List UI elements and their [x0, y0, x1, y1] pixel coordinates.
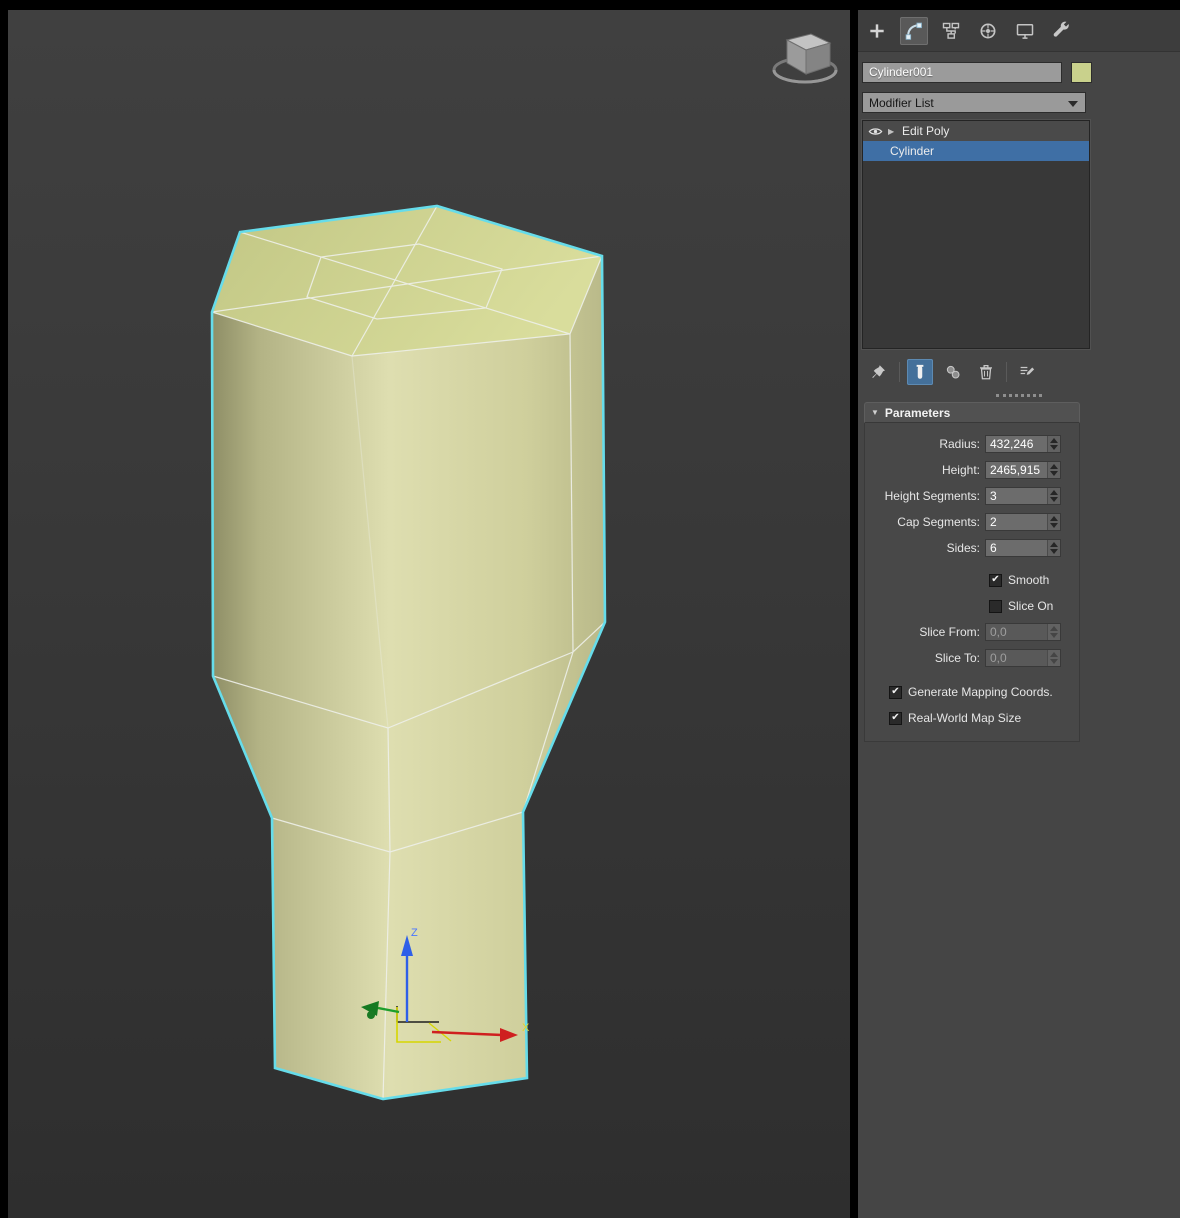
param-row-slice-to: Slice To: 0,0	[865, 645, 1079, 671]
param-label: Height Segments:	[884, 489, 980, 503]
smooth-checkbox-row: ✔ Smooth	[865, 567, 1079, 593]
spinner-icon[interactable]	[1047, 462, 1060, 478]
field-value: 432,246	[990, 437, 1034, 451]
checkbox-label: Smooth	[1008, 573, 1050, 587]
wrench-icon	[1053, 21, 1069, 37]
divider	[1006, 362, 1007, 382]
field-value: 2465,915	[990, 463, 1041, 477]
field-value: 6	[990, 541, 997, 555]
tab-display[interactable]	[1011, 17, 1039, 45]
param-label: Slice To:	[934, 651, 980, 665]
modify-icon	[905, 22, 922, 40]
spinner-icon[interactable]	[1047, 624, 1060, 640]
object-color-swatch[interactable]	[1071, 62, 1092, 83]
slice-on-checkbox[interactable]	[989, 599, 1002, 613]
tab-modify[interactable]	[900, 16, 928, 45]
tab-utilities[interactable]	[1048, 17, 1076, 45]
spinner-icon[interactable]	[1047, 650, 1060, 666]
spinner-icon[interactable]	[1047, 514, 1060, 530]
smooth-checkbox[interactable]: ✔	[989, 573, 1002, 587]
field-value: 3	[990, 489, 997, 503]
stack-item-edit-poly[interactable]: ▶ Edit Poly	[863, 121, 1089, 141]
show-end-result-button[interactable]	[907, 359, 933, 385]
stack-item-label: Edit Poly	[902, 124, 950, 138]
checkbox-label: Real-World Map Size	[908, 711, 1022, 725]
eye-icon[interactable]	[868, 124, 883, 139]
rollout-collapse-icon: ▼	[871, 408, 879, 417]
sides-field[interactable]: 6	[985, 539, 1061, 557]
trash-icon	[980, 364, 992, 380]
checkbox-label: Slice On	[1008, 599, 1054, 613]
modifier-list-dropdown[interactable]: Modifier List	[862, 92, 1086, 113]
param-row-radius: Radius: 432,246	[865, 431, 1079, 457]
field-value: 0,0	[990, 651, 1007, 665]
spinner-icon[interactable]	[1047, 540, 1060, 556]
param-row-height: Height: 2465,915	[865, 457, 1079, 483]
display-icon	[1016, 23, 1034, 39]
motion-icon	[980, 23, 996, 38]
tab-create[interactable]	[863, 17, 891, 45]
tab-motion[interactable]	[974, 17, 1002, 45]
param-label: Slice From:	[919, 625, 980, 639]
generate-mapping-checkbox-row: ✔ Generate Mapping Coords.	[865, 679, 1079, 705]
show-end-result-icon	[916, 364, 924, 379]
modifier-stack: ▶ Edit Poly Cylinder	[862, 120, 1090, 349]
parameters-rollout-header[interactable]: ▼ Parameters	[864, 402, 1080, 423]
configure-sets-icon	[1020, 366, 1035, 375]
radius-field[interactable]: 432,246	[985, 435, 1061, 453]
checkbox-label: Generate Mapping Coords.	[908, 685, 1053, 699]
scene-object	[210, 204, 607, 1101]
spinner-icon[interactable]	[1047, 488, 1060, 504]
remove-modifier-button[interactable]	[973, 359, 999, 385]
cap-segments-field[interactable]: 2	[985, 513, 1061, 531]
hierarchy-icon	[942, 22, 960, 39]
panel-splitter-handle[interactable]	[996, 394, 1042, 397]
param-label: Height:	[941, 463, 980, 477]
slice-to-field[interactable]: 0,0	[985, 649, 1061, 667]
axis-label-z: Z	[411, 927, 418, 939]
object-name-row: Cylinder001	[862, 62, 1176, 83]
stack-item-cylinder[interactable]: Cylinder	[863, 141, 1089, 161]
stack-toolbar	[866, 358, 1172, 386]
axis-label-x: X	[522, 1022, 530, 1034]
make-unique-icon	[946, 365, 960, 379]
param-row-cap-segments: Cap Segments: 2	[865, 509, 1079, 535]
parameters-rollout-body: Radius: 432,246 Height: 2465,915 Height …	[864, 423, 1080, 742]
tab-hierarchy[interactable]	[937, 17, 965, 45]
param-label: Radius:	[939, 437, 980, 451]
make-unique-button[interactable]	[940, 359, 966, 385]
expand-arrow-icon[interactable]: ▶	[888, 127, 897, 136]
spinner-icon[interactable]	[1047, 436, 1060, 452]
real-world-map-checkbox-row: ✔ Real-World Map Size	[865, 705, 1079, 731]
stack-item-label: Cylinder	[890, 144, 935, 158]
command-panel: Cylinder001 Modifier List ▶ Edit Poly Cy…	[858, 10, 1180, 1218]
real-world-map-checkbox[interactable]: ✔	[889, 711, 902, 725]
slice-from-field[interactable]: 0,0	[985, 623, 1061, 641]
param-label: Cap Segments:	[897, 515, 980, 529]
command-panel-tabbar	[858, 10, 1180, 52]
param-row-height-segments: Height Segments: 3	[865, 483, 1079, 509]
height-segments-field[interactable]: 3	[985, 487, 1061, 505]
pin-stack-button[interactable]	[866, 359, 892, 385]
configure-modifier-sets-button[interactable]	[1014, 359, 1040, 385]
plus-icon	[870, 23, 884, 38]
param-row-slice-from: Slice From: 0,0	[865, 619, 1079, 645]
param-row-sides: Sides: 6	[865, 535, 1079, 561]
viewport-canvas[interactable]: Z X	[8, 10, 850, 1218]
pin-icon	[872, 365, 885, 378]
param-label: Sides:	[946, 541, 980, 555]
object-name-input[interactable]: Cylinder001	[862, 62, 1062, 83]
slice-on-checkbox-row: Slice On	[865, 593, 1079, 619]
generate-mapping-checkbox[interactable]: ✔	[889, 685, 902, 699]
chevron-down-icon	[1068, 101, 1078, 107]
viewport[interactable]: Z X	[8, 10, 850, 1218]
parameters-rollout: ▼ Parameters Radius: 432,246 Height: 246…	[864, 402, 1080, 742]
field-value: 2	[990, 515, 997, 529]
rollout-title: Parameters	[884, 405, 951, 420]
field-value: 0,0	[990, 625, 1007, 639]
view-orbit-gizmo[interactable]	[772, 33, 838, 84]
divider	[899, 362, 900, 382]
height-field[interactable]: 2465,915	[985, 461, 1061, 479]
modifier-list-label: Modifier List	[869, 95, 934, 110]
